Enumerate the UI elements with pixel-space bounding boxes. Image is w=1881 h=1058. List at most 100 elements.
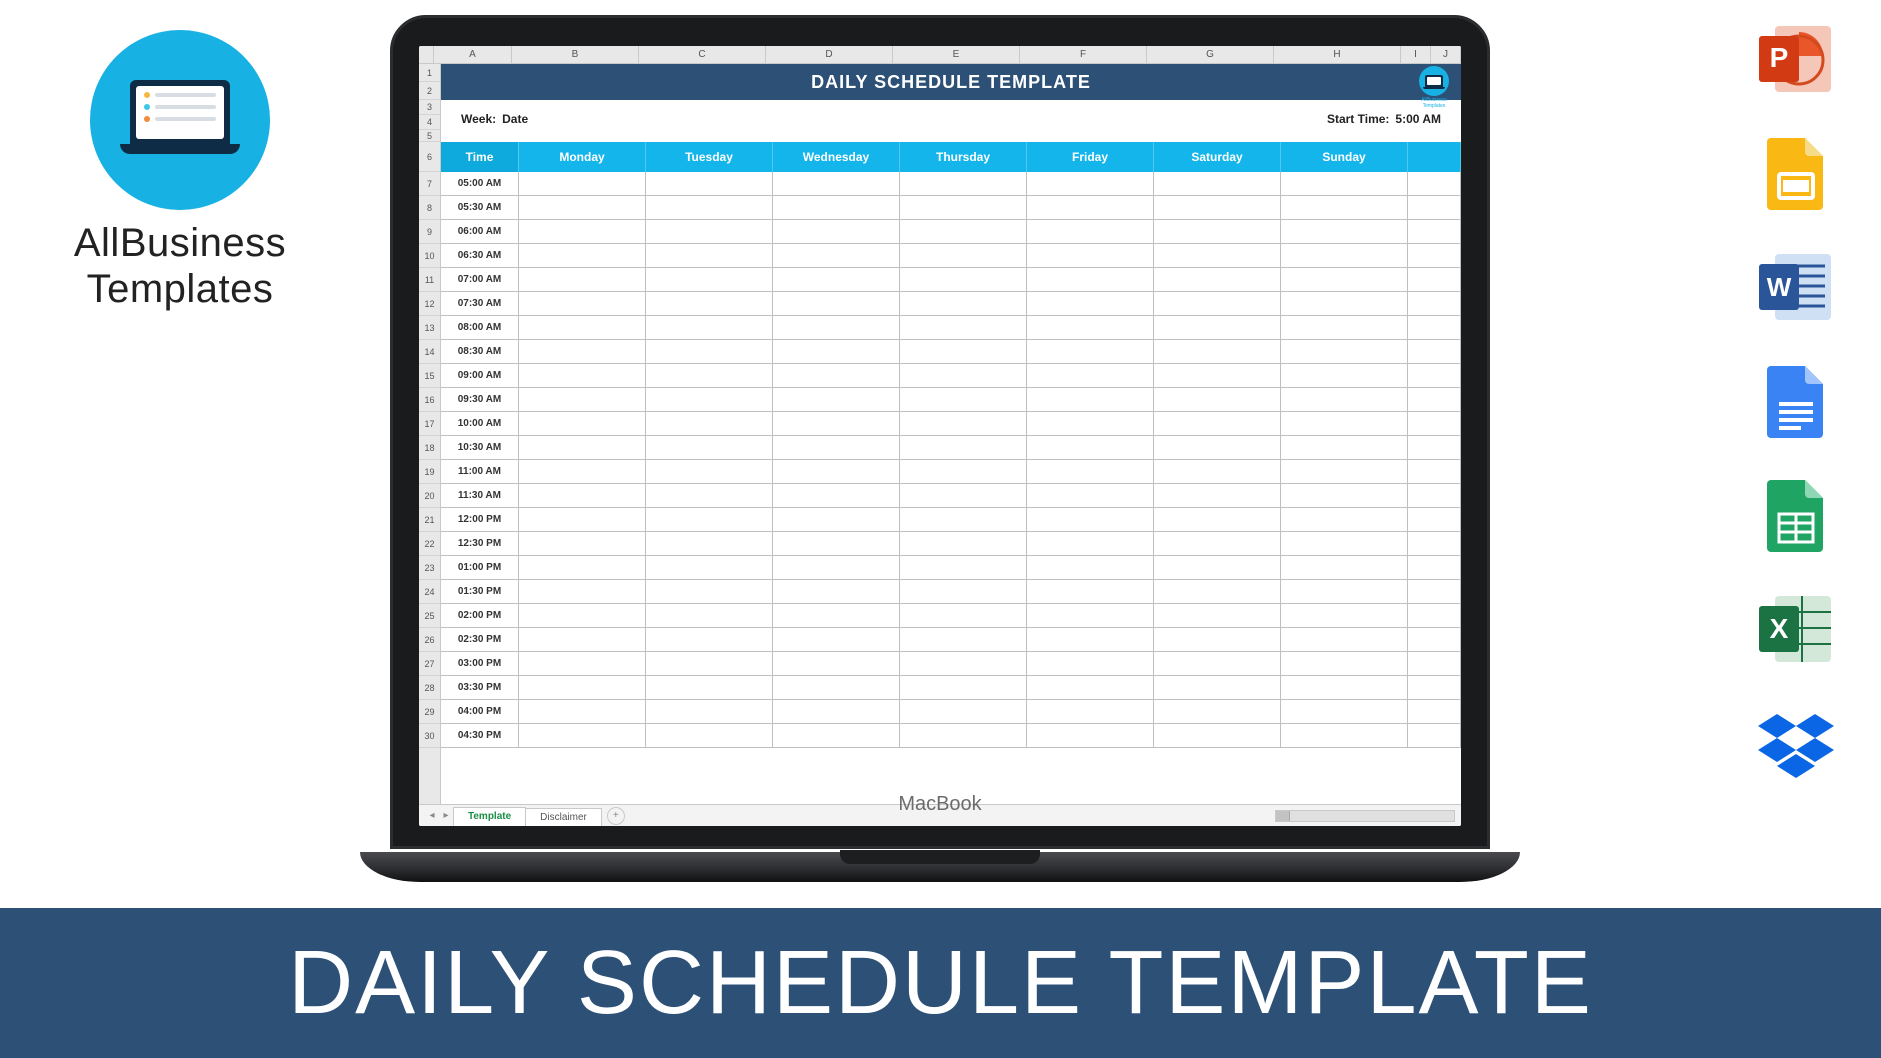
schedule-cell[interactable] <box>773 412 900 435</box>
schedule-cell[interactable] <box>900 220 1027 243</box>
extra-cell[interactable] <box>1408 700 1461 723</box>
schedule-cell[interactable] <box>1027 676 1154 699</box>
schedule-row[interactable]: 01:30 PM <box>441 580 1461 604</box>
schedule-cell[interactable] <box>646 244 773 267</box>
schedule-cell[interactable] <box>900 604 1027 627</box>
time-cell[interactable]: 06:00 AM <box>441 220 519 243</box>
schedule-cell[interactable] <box>646 652 773 675</box>
schedule-cell[interactable] <box>900 460 1027 483</box>
schedule-cell[interactable] <box>773 292 900 315</box>
schedule-cell[interactable] <box>1154 724 1281 747</box>
schedule-cell[interactable] <box>519 316 646 339</box>
schedule-cell[interactable] <box>519 700 646 723</box>
schedule-cell[interactable] <box>646 580 773 603</box>
schedule-cell[interactable] <box>519 364 646 387</box>
time-cell[interactable]: 02:30 PM <box>441 628 519 651</box>
extra-cell[interactable] <box>1408 460 1461 483</box>
schedule-cell[interactable] <box>900 364 1027 387</box>
schedule-cell[interactable] <box>1281 268 1408 291</box>
schedule-cell[interactable] <box>1154 676 1281 699</box>
schedule-cell[interactable] <box>646 436 773 459</box>
extra-cell[interactable] <box>1408 604 1461 627</box>
extra-cell[interactable] <box>1408 676 1461 699</box>
schedule-cell[interactable] <box>1027 244 1154 267</box>
row-numbers[interactable]: 1234567891011121314151617181920212223242… <box>419 64 441 804</box>
schedule-cell[interactable] <box>773 652 900 675</box>
schedule-cell[interactable] <box>646 388 773 411</box>
time-cell[interactable]: 03:30 PM <box>441 676 519 699</box>
column-header[interactable]: E <box>893 46 1020 64</box>
schedule-row[interactable]: 02:00 PM <box>441 604 1461 628</box>
time-cell[interactable]: 04:30 PM <box>441 724 519 747</box>
row-number[interactable]: 14 <box>419 340 440 364</box>
schedule-cell[interactable] <box>1281 604 1408 627</box>
row-number[interactable]: 5 <box>419 130 440 142</box>
schedule-cell[interactable] <box>1027 388 1154 411</box>
schedule-cell[interactable] <box>773 556 900 579</box>
schedule-cell[interactable] <box>1154 556 1281 579</box>
time-cell[interactable]: 05:00 AM <box>441 172 519 195</box>
schedule-cell[interactable] <box>1027 460 1154 483</box>
schedule-row[interactable]: 11:00 AM <box>441 460 1461 484</box>
column-header[interactable]: C <box>639 46 766 64</box>
schedule-row[interactable]: 05:00 AM <box>441 172 1461 196</box>
schedule-cell[interactable] <box>1027 340 1154 363</box>
schedule-cell[interactable] <box>773 268 900 291</box>
schedule-cell[interactable] <box>1281 436 1408 459</box>
schedule-cell[interactable] <box>1154 412 1281 435</box>
schedule-cell[interactable] <box>900 172 1027 195</box>
schedule-cell[interactable] <box>519 628 646 651</box>
extra-cell[interactable] <box>1408 316 1461 339</box>
schedule-cell[interactable] <box>1154 292 1281 315</box>
schedule-row[interactable]: 09:00 AM <box>441 364 1461 388</box>
row-number[interactable]: 7 <box>419 172 440 196</box>
schedule-cell[interactable] <box>519 268 646 291</box>
schedule-cell[interactable] <box>519 292 646 315</box>
schedule-cell[interactable] <box>1027 220 1154 243</box>
schedule-cell[interactable] <box>900 532 1027 555</box>
schedule-cell[interactable] <box>1027 532 1154 555</box>
schedule-cell[interactable] <box>900 628 1027 651</box>
time-cell[interactable]: 08:30 AM <box>441 340 519 363</box>
time-cell[interactable]: 02:00 PM <box>441 604 519 627</box>
schedule-cell[interactable] <box>646 724 773 747</box>
column-header[interactable]: B <box>512 46 639 64</box>
schedule-cell[interactable] <box>900 268 1027 291</box>
schedule-cell[interactable] <box>773 340 900 363</box>
schedule-row[interactable]: 06:00 AM <box>441 220 1461 244</box>
time-cell[interactable]: 09:30 AM <box>441 388 519 411</box>
schedule-cell[interactable] <box>773 460 900 483</box>
row-number[interactable]: 8 <box>419 196 440 220</box>
time-cell[interactable]: 07:00 AM <box>441 268 519 291</box>
schedule-cell[interactable] <box>519 220 646 243</box>
schedule-cell[interactable] <box>773 220 900 243</box>
schedule-cell[interactable] <box>773 484 900 507</box>
schedule-cell[interactable] <box>1154 364 1281 387</box>
schedule-cell[interactable] <box>1027 364 1154 387</box>
schedule-cell[interactable] <box>900 724 1027 747</box>
row-number[interactable]: 18 <box>419 436 440 460</box>
time-cell[interactable]: 08:00 AM <box>441 316 519 339</box>
schedule-cell[interactable] <box>646 508 773 531</box>
schedule-cell[interactable] <box>773 628 900 651</box>
schedule-cell[interactable] <box>1154 196 1281 219</box>
schedule-cell[interactable] <box>773 724 900 747</box>
schedule-cell[interactable] <box>900 484 1027 507</box>
schedule-cell[interactable] <box>1281 580 1408 603</box>
schedule-cell[interactable] <box>1281 556 1408 579</box>
extra-cell[interactable] <box>1408 556 1461 579</box>
schedule-cell[interactable] <box>646 316 773 339</box>
schedule-cell[interactable] <box>773 532 900 555</box>
row-number[interactable]: 30 <box>419 724 440 748</box>
schedule-cell[interactable] <box>1154 460 1281 483</box>
row-number[interactable]: 15 <box>419 364 440 388</box>
schedule-row[interactable]: 10:30 AM <box>441 436 1461 460</box>
row-number[interactable]: 22 <box>419 532 440 556</box>
schedule-cell[interactable] <box>900 412 1027 435</box>
extra-cell[interactable] <box>1408 388 1461 411</box>
schedule-cell[interactable] <box>1154 268 1281 291</box>
schedule-row[interactable]: 02:30 PM <box>441 628 1461 652</box>
schedule-cell[interactable] <box>900 436 1027 459</box>
time-cell[interactable]: 12:00 PM <box>441 508 519 531</box>
schedule-cell[interactable] <box>773 676 900 699</box>
